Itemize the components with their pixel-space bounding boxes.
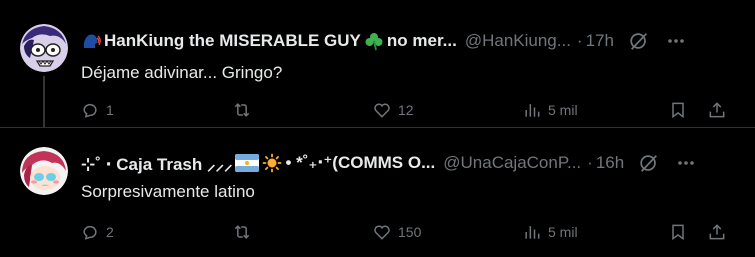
thread-connector-line xyxy=(43,76,45,128)
views-chart-icon xyxy=(525,104,540,117)
views-button[interactable]: 5 mil xyxy=(522,95,578,125)
display-name-suffix: no mer... xyxy=(386,31,457,50)
like-button[interactable]: 150 xyxy=(372,217,421,247)
tweet-text: Sorpresivamente latino xyxy=(81,182,255,201)
heart-icon xyxy=(374,225,390,240)
timestamp[interactable]: 16h xyxy=(596,153,624,173)
display-name[interactable]: ⊹˚ ‧ Caja Trash ⸝⸝⸝ • *˚₊‧⁺(COMMS O... xyxy=(81,152,435,175)
more-options-icon[interactable] xyxy=(666,31,686,51)
timestamp[interactable]: 17h xyxy=(586,31,614,51)
avatar[interactable] xyxy=(20,24,68,72)
bookmark-icon xyxy=(672,102,684,119)
share-button[interactable] xyxy=(707,217,727,247)
reply-icon xyxy=(83,225,97,240)
tweet-item[interactable]: ⊹˚ ‧ Caja Trash ⸝⸝⸝ • *˚₊‧⁺(COMMS O... @… xyxy=(0,128,755,257)
shamrock-emoji xyxy=(365,33,383,51)
views-chart-icon xyxy=(525,226,540,239)
separator-dot: · xyxy=(576,31,583,50)
reply-button[interactable]: 1 xyxy=(80,95,114,125)
retweet-button[interactable] xyxy=(232,217,258,247)
like-count: 150 xyxy=(398,224,422,240)
reply-button[interactable]: 2 xyxy=(80,217,114,247)
grok-icon[interactable] xyxy=(638,152,660,174)
share-button[interactable] xyxy=(707,95,727,125)
retweet-button[interactable] xyxy=(232,95,258,125)
sun-emoji xyxy=(263,153,282,173)
more-options-icon[interactable] xyxy=(676,153,696,173)
views-button[interactable]: 5 mil xyxy=(522,217,578,247)
tweet-header: HanKiung the MISERABLE GUY no mer... @Ha… xyxy=(81,30,735,52)
retweet-icon xyxy=(234,225,250,239)
share-icon xyxy=(709,224,725,240)
bookmark-button[interactable] xyxy=(668,95,688,125)
display-name[interactable]: HanKiung the MISERABLE GUY no mer... xyxy=(81,31,457,51)
conversation-thread: HanKiung the MISERABLE GUY no mer... @Ha… xyxy=(0,0,755,257)
retweet-icon xyxy=(234,103,250,117)
bookmark-button[interactable] xyxy=(668,217,688,247)
tweet-text: Déjame adivinar... Gringo? xyxy=(81,63,283,82)
tweet-item[interactable]: HanKiung the MISERABLE GUY no mer... @Ha… xyxy=(0,0,755,128)
speaking-head-emoji xyxy=(83,34,101,48)
display-name-prefix: ⊹˚ ‧ Caja Trash ⸝⸝⸝ xyxy=(81,154,233,174)
tweet-actions: 2 150 5 mil xyxy=(72,217,737,247)
bookmark-icon xyxy=(672,224,684,241)
views-count: 5 mil xyxy=(548,224,578,240)
reply-count: 2 xyxy=(106,224,114,240)
share-icon xyxy=(709,102,725,118)
tweet-header: ⊹˚ ‧ Caja Trash ⸝⸝⸝ • *˚₊‧⁺(COMMS O... @… xyxy=(81,152,735,174)
user-handle[interactable]: @UnaCajaConP... xyxy=(443,153,581,173)
reply-count: 1 xyxy=(106,102,114,118)
heart-icon xyxy=(374,103,390,118)
views-count: 5 mil xyxy=(548,102,578,118)
avatar[interactable] xyxy=(20,147,68,195)
like-button[interactable]: 12 xyxy=(372,95,414,125)
tweet-actions: 1 12 5 mil xyxy=(72,95,737,125)
grok-icon[interactable] xyxy=(628,30,650,52)
user-handle[interactable]: @HanKiung... xyxy=(465,31,571,51)
separator-dot: · xyxy=(587,153,593,172)
display-name-text: HanKiung the MISERABLE GUY xyxy=(104,31,361,50)
display-name-suffix: • *˚₊‧⁺(COMMS O... xyxy=(285,153,436,172)
reply-icon xyxy=(83,103,97,118)
argentina-flag-emoji xyxy=(235,154,260,172)
like-count: 12 xyxy=(398,102,414,118)
